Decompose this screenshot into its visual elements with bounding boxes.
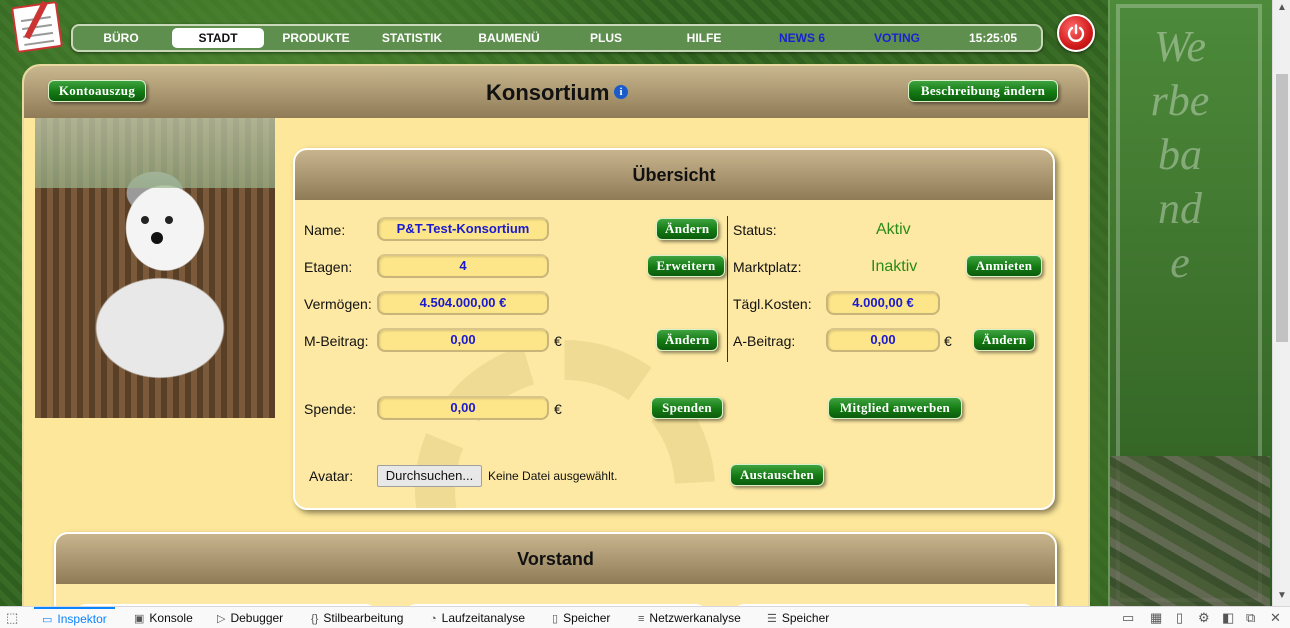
settings-gear-icon[interactable]: ⚙: [1198, 610, 1210, 626]
column-divider: [727, 216, 728, 362]
devtools-tab-debugger[interactable]: ▷ Debugger: [217, 607, 283, 628]
overview-header: Übersicht: [295, 150, 1053, 200]
afee-field[interactable]: 0,00: [826, 328, 940, 352]
austauschen-button[interactable]: Austauschen: [730, 464, 824, 486]
power-button[interactable]: [1057, 14, 1095, 52]
donation-label: Spende:: [304, 401, 357, 417]
nav-item-stadt[interactable]: STADT: [172, 28, 264, 48]
style-editor-icon: {}: [311, 613, 319, 625]
nav-item-produkte[interactable]: PRODUKTE: [281, 28, 351, 48]
devtools-tab-label: Debugger: [230, 611, 284, 625]
nav-item-statistik[interactable]: STATISTIK: [379, 28, 445, 48]
mitglied-anwerben-button[interactable]: Mitglied anwerben: [828, 397, 962, 419]
afee-unit: €: [944, 333, 952, 349]
nav-item-plus[interactable]: PLUS: [583, 28, 629, 48]
devtools-tab-stilbearbeitung[interactable]: {} Stilbearbeitung: [311, 607, 403, 628]
vorstand-title: Vorstand: [517, 549, 594, 569]
donation-unit: €: [554, 401, 562, 417]
overview-title: Übersicht: [632, 165, 716, 185]
page-title: Konsortium: [486, 80, 610, 105]
overview-panel: Übersicht Name: P&T-Test-Konsortium Ände…: [293, 148, 1055, 510]
werbebande-banner[interactable]: Werbebande: [1108, 0, 1272, 606]
status-label: Status:: [733, 222, 777, 238]
devtools-tab-speicher-storage[interactable]: ☰ Speicher: [767, 607, 829, 628]
devtools-tab-laufzeitanalyse[interactable]: ◔ Laufzeitanalyse: [430, 607, 525, 628]
console-icon: ▣: [134, 613, 145, 625]
nav-item-voting[interactable]: VOTING: [869, 28, 925, 48]
devtools-tab-label: Speicher: [781, 611, 830, 625]
market-value: Inaktiv: [871, 258, 918, 275]
devtools-tab-label: Laufzeitanalyse: [441, 611, 526, 625]
scroll-down-icon[interactable]: ▼: [1277, 590, 1287, 601]
close-devtools-icon[interactable]: ✕: [1270, 610, 1281, 626]
devtools-tab-inspektor[interactable]: ▭ Inspektor: [34, 607, 115, 628]
main-header: Kontoauszug Konsortium i Beschreibung än…: [24, 66, 1088, 118]
mfee-field[interactable]: 0,00: [377, 328, 549, 352]
kontoauszug-button[interactable]: Kontoauszug: [48, 80, 146, 102]
floors-field[interactable]: 4: [377, 254, 549, 278]
status-value: Aktiv: [876, 221, 911, 238]
performance-icon: ◔: [430, 613, 437, 625]
name-aendern-button[interactable]: Ändern: [656, 218, 718, 240]
donation-field[interactable]: 0,00: [377, 396, 549, 420]
responsive-mode-icon[interactable]: ▭: [1122, 610, 1134, 626]
nav-item-hilfe[interactable]: HILFE: [680, 28, 728, 48]
daily-cost-field: 4.000,00 €: [826, 291, 940, 315]
daily-cost-label: Tägl.Kosten:: [733, 296, 812, 312]
no-file-selected: Keine Datei ausgewählt.: [488, 469, 618, 483]
devtools-toolbar: ⬚ ▭ Inspektor ▣ Konsole ▷ Debugger {} Stilbe…: [0, 606, 1290, 628]
nav-item-baumenue[interactable]: BAUMENÜ: [476, 28, 542, 48]
info-icon[interactable]: i: [614, 85, 628, 99]
floors-label: Etagen:: [304, 259, 353, 275]
debugger-icon: ▷: [217, 613, 226, 625]
name-field[interactable]: P&T-Test-Konsortium: [377, 217, 549, 241]
devtools-tab-label: Speicher: [563, 611, 611, 625]
consortium-avatar-image: [35, 118, 275, 418]
network-icon: ≡: [638, 613, 645, 625]
devtools-tab-netzwerkanalyse[interactable]: ≡ Netzwerkanalyse: [638, 607, 741, 628]
notepad-logo-icon[interactable]: [11, 1, 63, 53]
separate-window-icon[interactable]: ⧉: [1246, 610, 1255, 626]
dock-side-icon[interactable]: ◧: [1222, 610, 1234, 626]
avatar-label: Avatar:: [309, 468, 354, 484]
main-panel: Kontoauszug Konsortium i Beschreibung än…: [22, 64, 1090, 624]
afee-label: A-Beitrag:: [733, 333, 796, 349]
name-label: Name:: [304, 222, 346, 238]
frame-select-icon[interactable]: ▯: [1176, 610, 1183, 626]
afee-aendern-button[interactable]: Ändern: [973, 329, 1035, 351]
anmieten-button[interactable]: Anmieten: [966, 255, 1042, 277]
erweitern-button[interactable]: Erweitern: [647, 255, 725, 277]
inspector-icon: ▭: [42, 614, 53, 626]
nav-item-news[interactable]: NEWS 6: [773, 28, 831, 48]
spenden-button[interactable]: Spenden: [651, 397, 723, 419]
scroll-up-icon[interactable]: ▲: [1277, 2, 1287, 13]
storage-icon: ☰: [767, 613, 777, 625]
browse-file-button[interactable]: Durchsuchen...: [377, 465, 482, 487]
mfee-label: M-Beitrag:: [304, 333, 369, 349]
nav-item-buero[interactable]: BÜRO: [101, 28, 141, 48]
vorstand-header: Vorstand: [56, 534, 1055, 584]
beschreibung-aendern-button[interactable]: Beschreibung ändern: [908, 80, 1058, 102]
banner-city-image: [1110, 456, 1270, 606]
mfee-unit: €: [554, 333, 562, 349]
element-picker-icon[interactable]: ⬚: [6, 610, 18, 626]
devtools-tab-label: Konsole: [149, 611, 193, 625]
assets-field: 4.504.000,00 €: [377, 291, 549, 315]
devtools-tab-label: Stilbearbeitung: [323, 611, 404, 625]
market-label: Marktplatz:: [733, 259, 802, 275]
devtools-tab-speicher-memory[interactable]: ▯ Speicher: [552, 607, 610, 628]
top-navigation: BÜRO STADT PRODUKTE STATISTIK BAUMENÜ PL…: [71, 24, 1043, 52]
assets-label: Vermögen:: [304, 296, 372, 312]
devtools-tab-label: Netzwerkanalyse: [649, 611, 741, 625]
devtools-tab-konsole[interactable]: ▣ Konsole: [134, 607, 193, 628]
mfee-aendern-button[interactable]: Ändern: [656, 329, 718, 351]
screenshot-icon[interactable]: ▦: [1150, 610, 1162, 626]
devtools-tab-label: Inspektor: [57, 612, 107, 626]
power-icon: [1067, 24, 1085, 42]
banner-text: Werbebande: [1150, 22, 1210, 287]
memory-icon: ▯: [552, 613, 559, 625]
scroll-thumb[interactable]: [1276, 74, 1288, 342]
nav-clock: 15:25:05: [968, 31, 1018, 45]
vertical-scrollbar[interactable]: ▲ ▼: [1272, 0, 1290, 606]
